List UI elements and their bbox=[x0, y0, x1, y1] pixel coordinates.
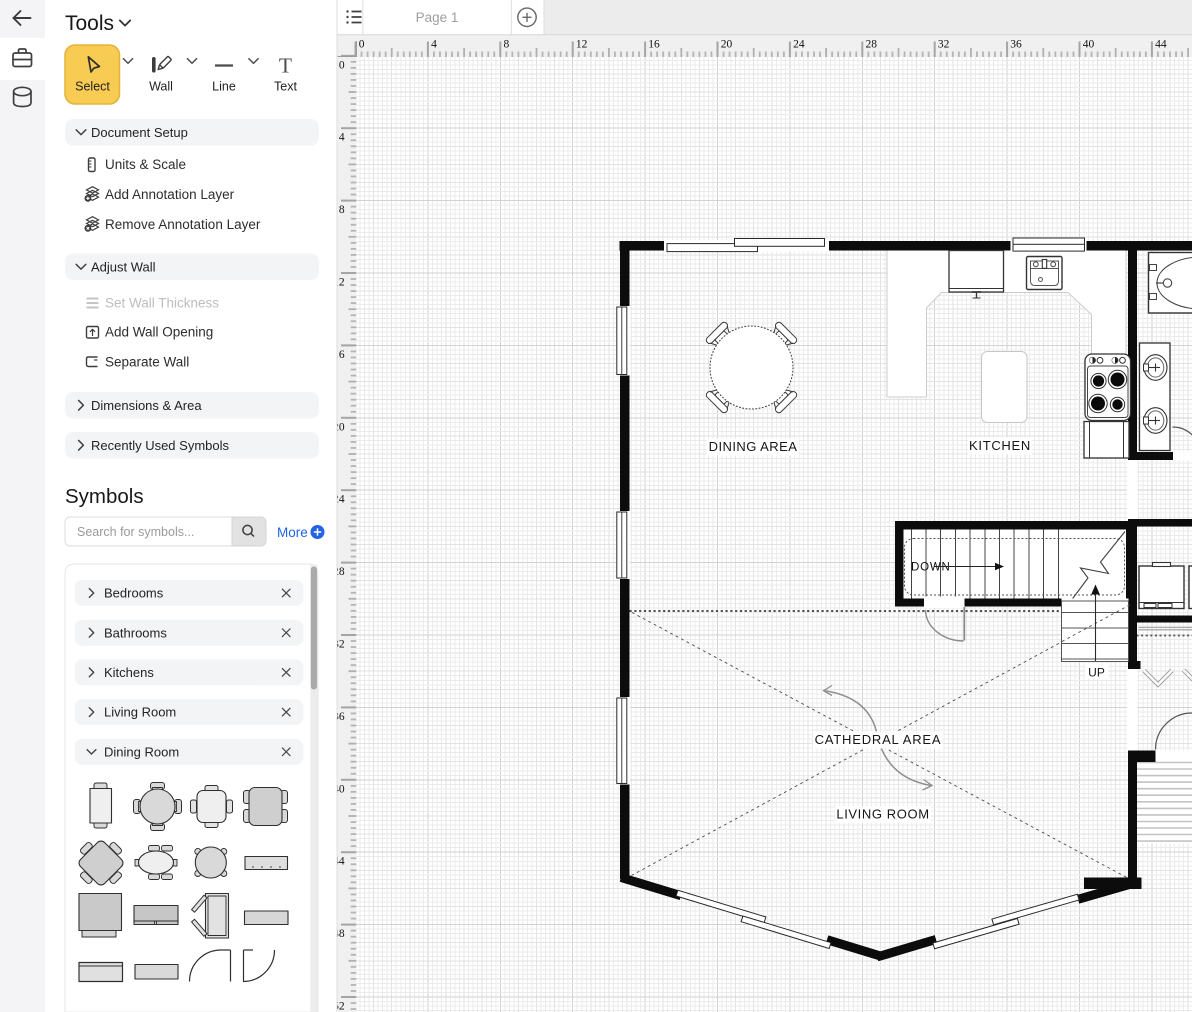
svg-text:4: 4 bbox=[431, 39, 437, 51]
svg-text:More: More bbox=[277, 525, 308, 540]
svg-text:20: 20 bbox=[721, 39, 733, 51]
svg-text:Kitchens: Kitchens bbox=[104, 665, 154, 680]
svg-text:Dimensions & Area: Dimensions & Area bbox=[91, 398, 202, 413]
svg-text:32: 32 bbox=[938, 39, 950, 51]
svg-text:Text: Text bbox=[274, 80, 297, 94]
svg-text:Adjust Wall: Adjust Wall bbox=[91, 259, 156, 274]
svg-text:Living Room: Living Room bbox=[104, 705, 176, 720]
svg-text:Set Wall Thickness: Set Wall Thickness bbox=[105, 296, 219, 311]
svg-text:Remove Annotation Layer: Remove Annotation Layer bbox=[105, 217, 261, 232]
svg-text:12: 12 bbox=[576, 39, 588, 51]
svg-text:Select: Select bbox=[75, 80, 110, 94]
svg-text:Wall: Wall bbox=[149, 80, 173, 94]
svg-text:Dining Room: Dining Room bbox=[104, 744, 179, 759]
svg-text:16: 16 bbox=[648, 39, 660, 51]
svg-text:40: 40 bbox=[1083, 39, 1095, 51]
svg-text:T: T bbox=[279, 54, 292, 78]
svg-text:4: 4 bbox=[339, 132, 345, 144]
svg-text:Page 1: Page 1 bbox=[416, 10, 459, 25]
svg-text:LIVING ROOM: LIVING ROOM bbox=[836, 807, 929, 822]
svg-text:DOWN: DOWN bbox=[911, 562, 951, 574]
svg-text:Bedrooms: Bedrooms bbox=[104, 586, 164, 601]
svg-text:Units & Scale: Units & Scale bbox=[105, 157, 186, 172]
svg-text:8: 8 bbox=[339, 204, 345, 216]
svg-text:UP: UP bbox=[1088, 666, 1105, 680]
svg-text:0: 0 bbox=[339, 59, 345, 71]
svg-text:Separate Wall: Separate Wall bbox=[105, 355, 189, 370]
svg-text:KITCHEN: KITCHEN bbox=[969, 438, 1031, 453]
svg-text:0: 0 bbox=[359, 39, 365, 51]
svg-text:DINING AREA: DINING AREA bbox=[709, 439, 798, 454]
svg-text:44: 44 bbox=[1155, 39, 1167, 51]
svg-text:Bathrooms: Bathrooms bbox=[104, 625, 167, 640]
svg-text:Add Wall Opening: Add Wall Opening bbox=[105, 325, 213, 340]
svg-text:Symbols: Symbols bbox=[65, 485, 144, 508]
svg-text:Document Setup: Document Setup bbox=[91, 125, 188, 140]
svg-text:24: 24 bbox=[793, 39, 805, 51]
svg-text:36: 36 bbox=[1010, 39, 1022, 51]
svg-text:Line: Line bbox=[212, 80, 236, 94]
svg-text:Recently Used Symbols: Recently Used Symbols bbox=[91, 438, 229, 453]
svg-text:28: 28 bbox=[866, 39, 878, 51]
svg-text:CATHEDRAL AREA: CATHEDRAL AREA bbox=[815, 732, 942, 747]
svg-text:Tools: Tools bbox=[65, 12, 114, 35]
svg-text:8: 8 bbox=[504, 39, 510, 51]
svg-text:Add Annotation Layer: Add Annotation Layer bbox=[105, 187, 235, 202]
svg-text:Search for symbols...: Search for symbols... bbox=[77, 525, 194, 539]
